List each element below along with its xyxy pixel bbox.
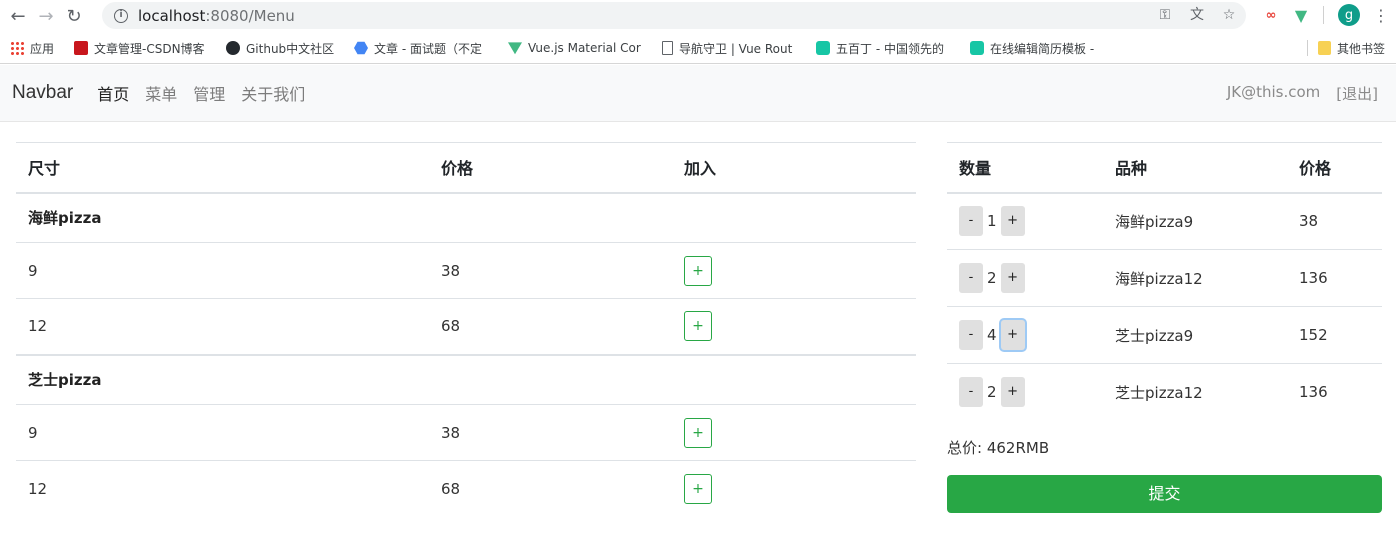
cart-item-name: 海鲜pizza9 bbox=[1115, 212, 1194, 231]
url-text[interactable]: localhost:8080/Menu bbox=[138, 7, 295, 25]
menu-group-row: 芝士pizza bbox=[16, 353, 916, 405]
increase-button[interactable]: + bbox=[1000, 263, 1025, 293]
bookmark-vue-router[interactable]: 导航守卫 | Vue Rout bbox=[658, 36, 800, 60]
translate-icon[interactable]: 文 bbox=[1188, 6, 1206, 24]
cart-item-price: 136 bbox=[1287, 363, 1382, 421]
menu-item-price: 68 bbox=[429, 298, 672, 355]
quantity-value: 1 bbox=[987, 212, 997, 231]
cart-row: -4 + 芝士pizza9 152 bbox=[947, 306, 1382, 364]
menu-group-name: 海鲜pizza bbox=[16, 192, 916, 243]
cart-item-name: 芝士pizza12 bbox=[1103, 363, 1287, 421]
csdn-icon bbox=[74, 41, 88, 55]
extension-infinity-icon[interactable]: ∞ bbox=[1260, 4, 1282, 26]
cart-total: 总价: 462RMB bbox=[947, 439, 1050, 457]
reload-icon[interactable]: ↻ bbox=[60, 2, 88, 30]
bookmark-other[interactable]: 其他书签 bbox=[1314, 36, 1389, 60]
increase-button[interactable]: + bbox=[1000, 206, 1025, 237]
add-to-cart-button[interactable]: + bbox=[684, 255, 712, 286]
cart-item-price: 136 bbox=[1287, 249, 1382, 307]
s-icon bbox=[816, 41, 830, 55]
nav-link-menu[interactable]: 菜单 bbox=[145, 81, 177, 105]
site-info-icon[interactable]: i bbox=[114, 8, 128, 23]
apps-icon bbox=[10, 41, 24, 55]
forward-arrow-icon[interactable]: → bbox=[32, 2, 60, 30]
cart-table: 数量 品种 价格 -1 + 海鲜pizza9 38 -2 + 海鲜pizza12 1… bbox=[947, 142, 1382, 421]
profile-avatar[interactable]: g bbox=[1338, 4, 1360, 26]
navbar-brand[interactable]: Navbar bbox=[12, 82, 73, 104]
toolbar-divider bbox=[1323, 6, 1324, 24]
hexagon-icon bbox=[354, 41, 368, 55]
quantity-value: 2 bbox=[987, 383, 997, 402]
cart-item-price: 38 bbox=[1299, 212, 1319, 231]
menu-item-row: 12 68 + bbox=[16, 298, 916, 355]
menu-item-price: 68 bbox=[429, 460, 672, 517]
bookmark-500d[interactable]: 五百丁 - 中国领先的 bbox=[812, 36, 954, 60]
menu-group-name: 芝士pizza bbox=[16, 353, 916, 405]
github-icon bbox=[226, 41, 240, 55]
key-icon[interactable]: ⚿ bbox=[1156, 6, 1174, 24]
app-navbar: Navbar 首页 菜单 管理 关于我们 JK@this.com [退出] bbox=[0, 65, 1396, 122]
quantity-value: 4 bbox=[987, 326, 997, 344]
menu-header-size: 尺寸 bbox=[16, 142, 429, 194]
menu-item-size: 12 bbox=[16, 460, 429, 517]
decrease-button[interactable]: - bbox=[959, 320, 983, 350]
browser-toolbar: ← → ↻ i localhost:8080/Menu ⚿ 文 ☆ ∞ ▼ g … bbox=[0, 0, 1396, 32]
menu-header-add: 加入 bbox=[672, 142, 916, 194]
cart-row: -2 + 芝士pizza12 136 bbox=[947, 363, 1382, 421]
star-icon[interactable]: ☆ bbox=[1220, 6, 1238, 24]
cart-header-qty: 数量 bbox=[947, 142, 1103, 194]
nav-link-admin[interactable]: 管理 bbox=[193, 81, 225, 105]
s-icon bbox=[970, 41, 984, 55]
cart-header-name: 品种 bbox=[1103, 142, 1287, 194]
bookmarks-bar: 应用 文章管理-CSDN博客 Github中文社区 文章 - 面试题（不定 Vu… bbox=[0, 32, 1396, 64]
cart-header-row: 数量 品种 价格 bbox=[947, 142, 1382, 194]
increase-button[interactable]: + bbox=[1000, 320, 1025, 350]
menu-item-size: 9 bbox=[16, 242, 429, 299]
address-bar[interactable]: i localhost:8080/Menu ⚿ 文 ☆ bbox=[102, 2, 1246, 29]
cart-item-name: 芝士pizza9 bbox=[1103, 306, 1287, 364]
nav-link-about[interactable]: 关于我们 bbox=[241, 81, 305, 105]
add-to-cart-button[interactable]: + bbox=[684, 417, 712, 448]
bookmark-apps[interactable]: 应用 bbox=[6, 36, 58, 60]
menu-item-row: 12 68 + bbox=[16, 460, 916, 517]
nav-link-home[interactable]: 首页 bbox=[97, 81, 129, 105]
menu-table: 尺寸 价格 加入 海鲜pizza 9 38 + 12 68 + 芝士pizza … bbox=[16, 142, 916, 517]
menu-item-size: 12 bbox=[16, 298, 429, 355]
vue-devtools-icon[interactable]: ▼ bbox=[1290, 4, 1312, 26]
add-to-cart-button[interactable]: + bbox=[684, 473, 712, 504]
submit-order-button[interactable]: 提交 bbox=[947, 475, 1382, 513]
cart-item-name: 海鲜pizza12 bbox=[1103, 249, 1287, 307]
menu-item-price: 38 bbox=[429, 242, 672, 299]
cart-header-price: 价格 bbox=[1287, 142, 1382, 194]
decrease-button[interactable]: - bbox=[959, 377, 983, 408]
add-to-cart-button[interactable]: + bbox=[684, 311, 712, 342]
document-icon bbox=[662, 41, 673, 55]
user-email: JK@this.com bbox=[1226, 82, 1321, 101]
bookmark-divider bbox=[1307, 40, 1308, 56]
bookmark-vue-material[interactable]: Vue.js Material Cor bbox=[504, 36, 646, 60]
bookmark-csdn[interactable]: 文章管理-CSDN博客 bbox=[70, 36, 215, 60]
menu-item-row: 9 38 + bbox=[16, 242, 916, 299]
back-arrow-icon[interactable]: ← bbox=[4, 2, 32, 30]
bookmark-resume[interactable]: 在线编辑简历模板 - bbox=[966, 36, 1108, 60]
quantity-value: 2 bbox=[987, 269, 997, 287]
logout-link[interactable]: [退出] bbox=[1336, 83, 1378, 104]
menu-item-row: 9 38 + bbox=[16, 404, 916, 461]
cart-row: -2 + 海鲜pizza12 136 bbox=[947, 249, 1382, 307]
menu-item-price: 38 bbox=[429, 404, 672, 461]
menu-group-row: 海鲜pizza bbox=[16, 192, 916, 243]
decrease-button[interactable]: - bbox=[959, 263, 983, 293]
vue-icon bbox=[508, 42, 522, 55]
menu-kebab-icon[interactable]: ⋮ bbox=[1370, 4, 1392, 26]
menu-header-row: 尺寸 价格 加入 bbox=[16, 142, 916, 194]
bookmark-github[interactable]: Github中文社区 bbox=[222, 36, 344, 60]
decrease-button[interactable]: - bbox=[959, 206, 983, 237]
menu-header-price: 价格 bbox=[429, 142, 672, 194]
folder-icon bbox=[1318, 41, 1331, 55]
bookmark-interview[interactable]: 文章 - 面试题（不定 bbox=[350, 36, 492, 60]
cart-row: -1 + 海鲜pizza9 38 bbox=[947, 193, 1382, 250]
menu-item-size: 9 bbox=[16, 404, 429, 461]
increase-button[interactable]: + bbox=[1000, 377, 1025, 408]
cart-item-price: 152 bbox=[1287, 306, 1382, 364]
